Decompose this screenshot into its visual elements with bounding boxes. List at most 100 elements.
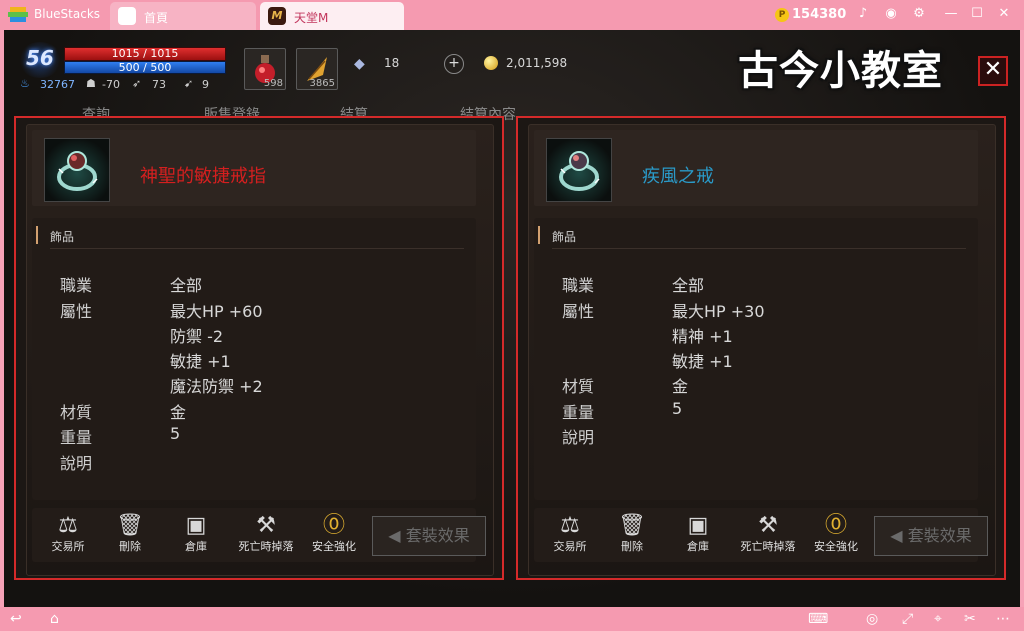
item-details [32, 218, 476, 500]
emulator-bottom-bar: ↩ ⌂ ⌨ ◎ ⤢ ⌖ ✂ ⋯ [0, 607, 1024, 631]
location-icon[interactable]: ⌖ [934, 611, 942, 627]
attr-value-material: 金 [170, 403, 187, 422]
attr-value-stat: 最大HP +30 [672, 302, 765, 321]
fullscreen-icon[interactable]: ⤢ [902, 611, 913, 627]
stat-2: 73 [152, 78, 166, 91]
exp-flame-icon: ♨ [20, 77, 30, 90]
death-drop-button[interactable]: ⚒ 死亡時掉落 [234, 510, 298, 562]
gold-coin-icon [484, 56, 498, 70]
attr-label-stats: 屬性 [562, 302, 595, 321]
anvil-icon: ⚒ [256, 513, 276, 538]
scale-icon: ⚖ [560, 513, 580, 538]
chevron-left-icon: ◀ [388, 526, 406, 545]
delete-button[interactable]: 🗑 刪除 [100, 510, 160, 562]
item-slot-2[interactable]: 3865 [296, 48, 338, 90]
eye-icon[interactable]: ◎ [866, 611, 878, 627]
button-label: 安全強化 [312, 540, 356, 553]
warehouse-button[interactable]: ▣ 倉庫 [166, 510, 226, 562]
attr-value-stat: 精神 +1 [672, 327, 733, 346]
attr-value-material: 金 [672, 377, 689, 396]
safe-enchant-button[interactable]: ⓪ 安全強化 [804, 510, 868, 562]
close-icon[interactable]: ✕ [978, 56, 1008, 86]
attr-label-material: 材質 [60, 403, 93, 422]
attr-value-class: 全部 [170, 276, 203, 295]
trash-icon: 🗑 [618, 513, 646, 538]
death-drop-button[interactable]: ⚒ 死亡時掉落 [736, 510, 800, 562]
tab-game-label: 天堂M [294, 11, 329, 25]
attr-label-description: 說明 [562, 428, 595, 447]
set-effect-button[interactable]: ◀ 套裝效果 [874, 516, 988, 556]
attr-label-weight: 重量 [60, 428, 93, 447]
section-accent [538, 226, 540, 244]
hp-potion-slot[interactable]: 598 [244, 48, 286, 90]
attr-label-material: 材質 [562, 377, 595, 396]
watermark-text: 古今小教室 [738, 48, 943, 94]
attr-value-weight: 5 [170, 424, 181, 443]
minimize-icon[interactable]: — [944, 7, 958, 21]
boot-icon: ➹ [184, 77, 194, 90]
attr-value-stat: 魔法防禦 +2 [170, 377, 263, 396]
tab-home-label: 首頁 [144, 11, 169, 25]
button-label: 倉庫 [185, 540, 207, 553]
attr-value-stat: 敏捷 +1 [170, 352, 231, 371]
attr-value-class: 全部 [672, 276, 705, 295]
attr-value-weight: 5 [672, 399, 683, 418]
game-viewport: 56 1015 / 1015 500 / 500 ♨ 32767 ☗ -70 ➶… [4, 30, 1020, 607]
add-currency-button[interactable]: + [444, 54, 464, 74]
scissors-icon[interactable]: ✂ [964, 611, 976, 627]
item-name: 疾風之戒 [642, 166, 714, 187]
more-icon[interactable]: ⋯ [996, 611, 1010, 627]
scale-icon: ⚖ [58, 513, 78, 538]
section-title: 飾品 [552, 230, 577, 244]
set-effect-label: 套裝效果 [907, 526, 972, 545]
button-label: 死亡時掉落 [238, 540, 294, 553]
ring-icon [44, 138, 110, 202]
wing-icon: ➶ [132, 77, 142, 90]
diamond-icon: ◆ [354, 56, 365, 72]
mp-text: 500 / 500 [118, 61, 172, 74]
diamond-count: 18 [384, 56, 400, 70]
chest-icon: ▣ [185, 513, 207, 538]
warehouse-button[interactable]: ▣ 倉庫 [668, 510, 728, 562]
hp-bar: 1015 / 1015 [64, 47, 226, 61]
button-label: 刪除 [621, 540, 643, 553]
button-label: 交易所 [51, 540, 85, 553]
safe-enchant-button[interactable]: ⓪ 安全強化 [302, 510, 366, 562]
anvil-icon: ⚒ [758, 513, 778, 538]
back-icon[interactable]: ↩ [10, 611, 22, 627]
close-window-icon[interactable]: ✕ [997, 7, 1011, 21]
enchant-shield-icon: ⓪ [824, 513, 847, 538]
window-titlebar: BlueStacks 首頁 M 天堂M P 154380 ♪ ◉ ⚙ — ☐ ✕ [0, 0, 1024, 30]
button-label: 死亡時掉落 [740, 540, 796, 553]
gear-icon[interactable]: ⚙ [912, 7, 926, 21]
stat-3: 9 [202, 78, 209, 91]
set-effect-label: 套裝效果 [405, 526, 470, 545]
section-divider [552, 248, 966, 249]
set-effect-button[interactable]: ◀ 套裝效果 [372, 516, 486, 556]
keyboard-icon[interactable]: ⌨ [808, 611, 828, 627]
section-divider [50, 248, 464, 249]
exchange-button[interactable]: ⚖ 交易所 [540, 510, 600, 562]
chevron-left-icon: ◀ [890, 526, 908, 545]
gold-amount: 2,011,598 [506, 56, 568, 70]
tab-game[interactable]: M 天堂M [260, 2, 404, 30]
item-panel-right: 疾風之戒 飾品 職業 全部 屬性 最大HP +30 精神 +1 敏捷 +1 材質… [516, 116, 1006, 580]
bell-icon[interactable]: ♪ [856, 7, 870, 21]
delete-button[interactable]: 🗑 刪除 [602, 510, 662, 562]
button-label: 安全強化 [814, 540, 858, 553]
tab-home[interactable]: 首頁 [110, 2, 256, 30]
attr-value-stat: 防禦 -2 [170, 327, 224, 346]
potion-count: 598 [263, 78, 283, 89]
attr-label-stats: 屬性 [60, 302, 93, 321]
maximize-icon[interactable]: ☐ [970, 7, 984, 21]
section-accent [36, 226, 38, 244]
enchant-shield-icon: ⓪ [322, 513, 345, 538]
game-app-icon: M [268, 7, 286, 25]
account-icon[interactable]: ◉ [884, 7, 898, 21]
attr-label-class: 職業 [562, 276, 595, 295]
attr-label-description: 說明 [60, 454, 93, 473]
exchange-button[interactable]: ⚖ 交易所 [38, 510, 98, 562]
home-nav-icon[interactable]: ⌂ [50, 611, 59, 627]
hp-text: 1015 / 1015 [111, 47, 179, 60]
mp-bar: 500 / 500 [64, 61, 226, 74]
